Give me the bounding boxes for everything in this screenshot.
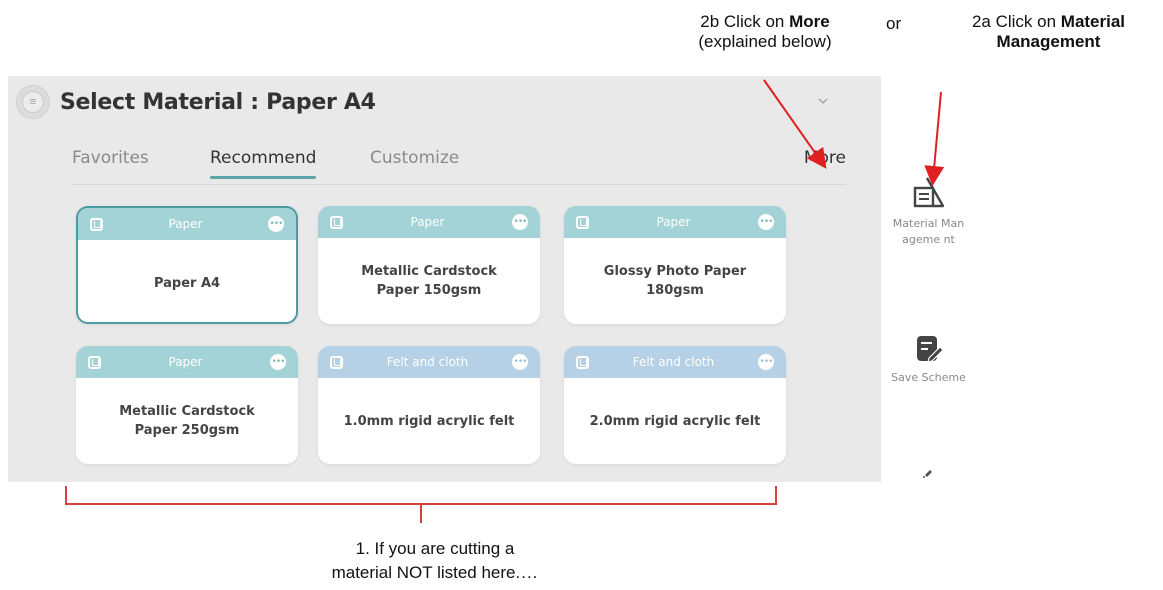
tab-recommend[interactable]: Recommend [210,148,317,179]
more-options-icon[interactable]: ••• [512,354,528,370]
card-category: Paper [168,217,203,231]
material-card[interactable]: Felt and cloth ••• 2.0mm rigid acrylic fel… [564,346,786,464]
material-management-button[interactable]: Material Manageme nt [881,174,976,248]
pen-icon [922,470,932,478]
card-material-name: Paper A4 [153,275,221,291]
more-options-icon[interactable]: ••• [757,214,774,230]
more-options-icon[interactable]: ••• [267,216,284,232]
material-card[interactable]: Paper ••• Glossy Photo Paper 180gsm [564,206,786,324]
card-header: Felt and cloth ••• [564,346,786,378]
annotation-more-prefix: 2b Click on [700,12,790,31]
card-material-name: Metallic Cardstock Paper 250gsm [119,404,255,438]
card-material-name: 1.0mm rigid acrylic felt [343,413,515,429]
bookmark-icon[interactable] [90,217,103,231]
more-options-icon[interactable]: ••• [758,354,774,370]
partial-tool-button[interactable] [881,466,976,478]
chevron-down-icon[interactable] [816,94,836,108]
card-material-name: Glossy Photo Paper 180gsm [603,264,747,298]
card-header: Paper ••• [564,206,786,238]
more-options-icon[interactable]: ••• [269,354,286,370]
bookmark-icon[interactable] [330,215,343,229]
card-header: Paper ••• [76,346,298,378]
card-category: Felt and cloth [386,355,469,369]
right-sidebar: Material Manageme nt Save Scheme [881,76,976,486]
save-scheme-button[interactable]: Save Scheme [881,334,976,386]
material-card[interactable]: Felt and cloth ••• 1.0mm rigid acrylic fel… [318,346,540,464]
material-card[interactable]: Paper ••• Metallic Cardstock Paper 150gsm [318,206,540,324]
tab-customize[interactable]: Customize [370,148,459,178]
bracket [65,486,777,523]
annotation-bottom-dots: .... [515,563,539,582]
save-scheme-icon [916,336,944,363]
annotation-material-bold-2: Management [996,32,1101,51]
material-management-label: Material Manageme nt [892,217,965,246]
annotation-material-prefix: 2a Click on [971,12,1061,31]
card-header: Paper ••• [78,208,296,240]
annotation-or: or [886,14,902,33]
card-category: Felt and cloth [632,355,715,369]
tab-favorites[interactable]: Favorites [72,148,149,178]
card-category: Paper [656,215,691,229]
annotation-more-line2: (explained below) [698,32,832,51]
bookmark-icon[interactable] [576,355,589,369]
annotation-bottom: 1. If you are cutting a material NOT lis… [285,537,585,585]
card-material-name: 2.0mm rigid acrylic felt [589,413,761,429]
annotation-more-bold: More [789,12,830,31]
bookmark-icon[interactable] [330,355,343,369]
material-card[interactable]: Paper ••• Paper A4 [76,206,298,324]
annotation-bottom-line1: 1. If you are cutting a [355,539,515,558]
save-scheme-label: Save Scheme [891,371,966,384]
bookmark-icon[interactable] [88,355,101,369]
annotation-bottom-line2: material NOT listed here [331,563,516,582]
panel-title: Select Material : Paper A4 [60,90,376,115]
card-category: Paper [168,355,203,369]
card-header: Felt and cloth ••• [318,346,540,378]
annotation-material: 2a Click on Material Management [936,12,1161,52]
material-tabs: Favorites Recommend Customize More [72,148,846,185]
material-panel-icon: ≡ [16,85,50,119]
material-card[interactable]: Paper ••• Metallic Cardstock Paper 250gsm [76,346,298,464]
material-management-icon [913,177,944,208]
card-material-name: Metallic Cardstock Paper 150gsm [361,264,497,298]
card-header: Paper ••• [318,206,540,238]
material-select-panel: ≡ Select Material : Paper A4 Favorites R… [8,76,881,482]
bookmark-icon[interactable] [576,215,589,229]
annotation-material-bold-1: Material [1060,12,1126,31]
annotation-more: 2b Click on More (explained below) [660,12,870,52]
more-button[interactable]: More [804,148,846,168]
card-category: Paper [410,215,445,229]
more-options-icon[interactable]: ••• [511,214,528,230]
